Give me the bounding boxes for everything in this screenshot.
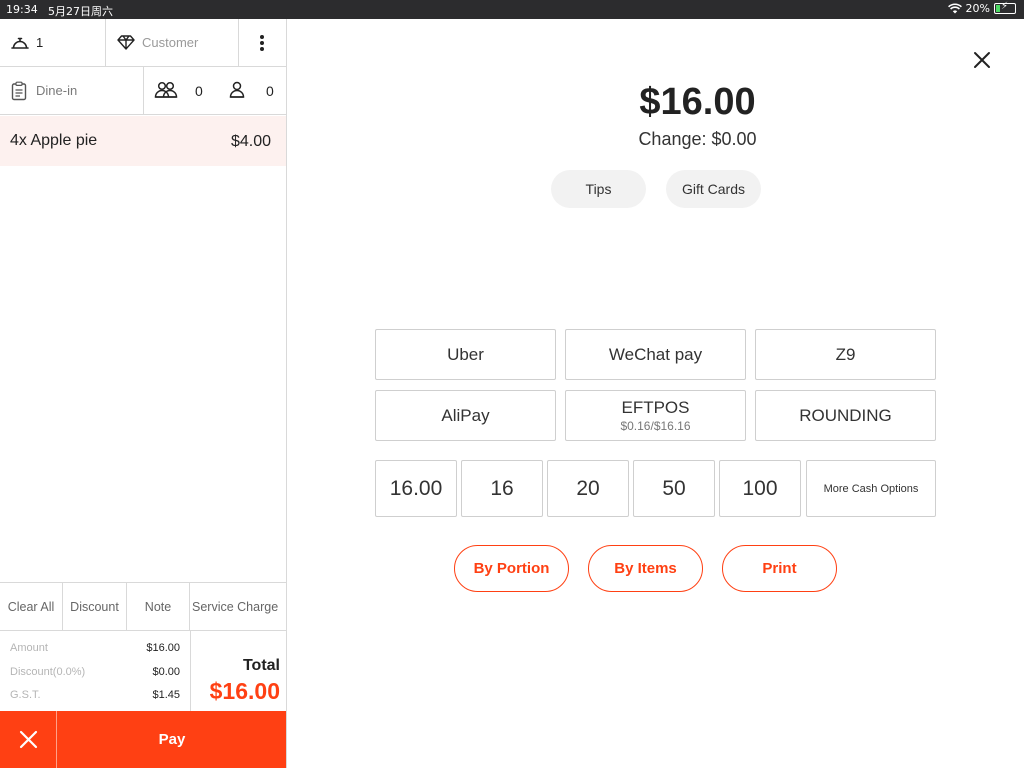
order-actions: Clear All Discount Note Service Charge — [0, 582, 286, 631]
payment-method-wechat[interactable]: WeChat pay — [565, 329, 746, 380]
battery-icon: ⚡ — [994, 1, 1016, 14]
order-meta: Dine-in 0 0 — [0, 67, 286, 115]
amount-label: Amount — [10, 642, 48, 654]
gst-label: G.S.T. — [10, 689, 41, 701]
payment-method-uber[interactable]: Uber — [375, 329, 556, 380]
gst-value: $1.45 — [152, 689, 180, 701]
payment-method-alipay[interactable]: AliPay — [375, 390, 556, 441]
list-item[interactable]: 4x Apple pie $4.00 — [0, 116, 286, 166]
service-charge-button[interactable]: Service Charge — [190, 583, 286, 630]
payment-method-label: WeChat pay — [608, 344, 703, 364]
table-seat-button[interactable]: 1 — [0, 19, 106, 67]
cash-option-20[interactable]: 20 — [547, 460, 629, 517]
order-type-label: Dine-in — [36, 83, 78, 98]
note-button[interactable]: Note — [127, 583, 190, 630]
payment-method-eftpos[interactable]: EFTPOS $0.16/$16.16 — [565, 390, 746, 441]
status-bar: 19:34 5月27日周六 20% ⚡ — [0, 0, 1024, 19]
pay-bar: Pay — [0, 711, 286, 768]
order-header: 1 Customer — [0, 19, 286, 67]
status-date: 5月27日周六 — [48, 5, 113, 18]
gift-cards-button[interactable]: Gift Cards — [666, 170, 761, 208]
tips-button[interactable]: Tips — [551, 170, 646, 208]
battery-percent: 20% — [965, 2, 990, 15]
guests-icon — [154, 81, 178, 98]
staff-count: 0 — [266, 83, 274, 99]
close-icon — [19, 730, 38, 749]
customer-label: Customer — [142, 35, 199, 50]
clear-all-button[interactable]: Clear All — [0, 583, 63, 630]
pay-button[interactable]: Pay — [58, 711, 286, 768]
total-value: $16.00 — [209, 678, 280, 704]
payment-method-rounding[interactable]: ROUNDING — [755, 390, 936, 441]
more-cash-options-button[interactable]: More Cash Options — [806, 460, 936, 517]
discount-button[interactable]: Discount — [63, 583, 127, 630]
eftpos-surcharge: $0.16/$16.16 — [620, 419, 691, 433]
split-by-portion-button[interactable]: By Portion — [454, 545, 569, 592]
item-price: $4.00 — [230, 133, 271, 150]
amount-value: $16.00 — [146, 642, 180, 654]
payment-method-label: Z9 — [835, 344, 856, 364]
order-type-button[interactable]: Dine-in — [0, 67, 144, 115]
payment-method-label: Uber — [447, 344, 484, 364]
summary-divider — [190, 631, 191, 711]
item-name: 4x Apple pie — [10, 132, 98, 149]
payment-method-label: EFTPOS — [621, 398, 690, 417]
bell-icon — [11, 37, 29, 49]
customer-button[interactable]: Customer — [106, 19, 239, 67]
discount-value: $0.00 — [152, 666, 180, 678]
guest-counter[interactable]: 0 0 — [144, 67, 286, 115]
guests-count: 0 — [195, 83, 203, 99]
discount-label: Discount(0.0%) — [10, 666, 86, 678]
split-by-items-button[interactable]: By Items — [588, 545, 703, 592]
close-icon[interactable] — [972, 50, 992, 70]
cash-option-100[interactable]: 100 — [719, 460, 801, 517]
wifi-icon — [947, 3, 962, 14]
staff-icon — [229, 81, 245, 98]
cash-option-16[interactable]: 16 — [461, 460, 543, 517]
change-amount: Change: $0.00 — [638, 129, 757, 149]
status-time: 19:34 — [6, 3, 38, 16]
payment-method-label: ROUNDING — [799, 405, 892, 425]
more-vertical-icon — [260, 35, 264, 53]
clipboard-icon — [11, 81, 27, 101]
amount-due: $16.00 — [639, 81, 756, 123]
print-button[interactable]: Print — [722, 545, 837, 592]
cancel-order-button[interactable] — [0, 711, 57, 768]
more-menu-button[interactable] — [239, 19, 286, 67]
diamond-icon — [117, 35, 135, 50]
order-panel: 1 Customer Dine-in 0 0 4x Apple pie $4.0… — [0, 19, 287, 768]
order-summary: Amount $16.00 Discount(0.0%) $0.00 G.S.T… — [0, 631, 286, 711]
total-label: Total — [242, 657, 280, 674]
status-right: 20% ⚡ — [947, 1, 1016, 15]
seat-count: 1 — [36, 35, 44, 50]
cash-option-exact[interactable]: 16.00 — [375, 460, 457, 517]
payment-method-z9[interactable]: Z9 — [755, 329, 936, 380]
cash-option-50[interactable]: 50 — [633, 460, 715, 517]
payment-method-label: AliPay — [441, 405, 490, 425]
